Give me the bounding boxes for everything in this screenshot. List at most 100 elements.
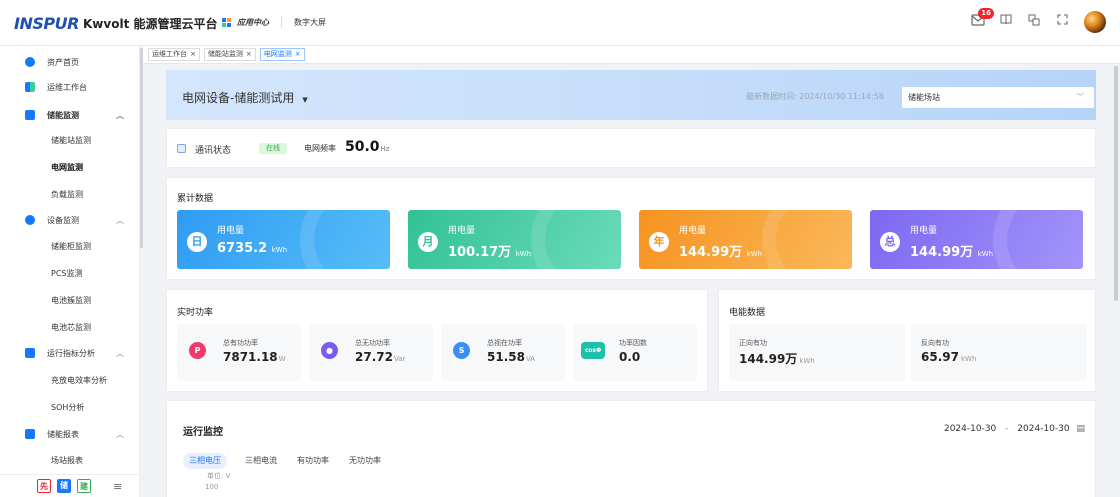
station-select[interactable]: 储能场站 ﹀ [902,87,1094,108]
sidebar-group-indicator-analysis[interactable]: 运行指标分析 ︿ [0,342,140,364]
close-icon[interactable]: × [246,50,252,58]
sidebar: 资产首页 运维工作台 储能监测 ︿ 储能站监测 电网监测 负载监测 设备监测 ︿… [0,46,140,497]
card-year-consumption: 年 用电量 144.99万 kWh [639,210,852,269]
close-icon[interactable]: × [190,50,196,58]
card-value: 100.17万 [448,245,512,260]
sidebar-item-station-report[interactable]: 场站报表 [0,449,140,471]
sidebar-item-efficiency-analysis[interactable]: 充放电效率分析 [0,369,140,391]
sidebar-item-asset-home[interactable]: 资产首页 [0,51,140,73]
fullscreen-icon[interactable] [1054,14,1070,30]
translate-icon[interactable] [1026,14,1042,30]
sidebar-group-device-monitor[interactable]: 设备监测 ︿ [0,209,140,231]
chevron-up-icon: ︿ [116,429,124,439]
nav-digital-screen[interactable]: 数字大屏 [294,17,326,28]
metric-label: 功率因数 [619,339,647,347]
sidebar-item-label: 储能柜监测 [51,241,91,251]
footer-badge-3[interactable]: 建 [77,479,91,493]
card-decoration [531,210,621,269]
metric-value: 27.72 [355,350,393,364]
sidebar-item-soh-analysis[interactable]: SOH分析 [0,396,140,418]
tab-three-phase-voltage[interactable]: 三相电压 [183,453,227,469]
card-value: 144.99万 [910,245,974,260]
chart-icon [25,110,35,120]
tab-active-power[interactable]: 有功功率 [295,453,331,469]
sidebar-item-station-monitor[interactable]: 储能站监测 [0,129,140,151]
metric-value-group: 51.58VA [487,350,535,364]
nav-divider [281,16,282,28]
total-badge: 总 [880,232,900,252]
tab-label: 储能站监测 [207,50,243,58]
sidebar-item-cluster-monitor[interactable]: 电池簇监测 [0,289,140,311]
sidebar-item-load-monitor[interactable]: 负载监测 [0,183,140,205]
top-right-tools: 16 [958,8,1106,33]
sidebar-group-storage-monitor[interactable]: 储能监测 ︿ [0,104,140,126]
voltage-wave-chart [237,484,1077,497]
card-label: 用电量 [217,226,245,236]
reactive-power-icon: ● [321,342,338,359]
date-end: 2024-10-30 [1017,424,1070,434]
sidebar-item-label: SOH分析 [51,402,85,412]
metric-reverse-active: 反向有功 65.97 kWh [911,324,1087,381]
realtime-power-panel: 实时功率 P 总有功功率 7871.18W ● 总无功功率 27.72Var S… [166,289,708,392]
user-avatar[interactable] [1084,11,1106,33]
active-power-icon: P [189,342,206,359]
tab-ops-workbench[interactable]: 运维工作台 × [148,48,200,61]
sidebar-group-storage-report[interactable]: 储能报表 ︿ [0,423,140,445]
sidebar-item-label: 负载监测 [51,189,83,199]
metric-value: 51.58 [487,350,525,364]
sidebar-item-label: 资产首页 [47,57,79,67]
sidebar-item-label: 储能站监测 [51,135,91,145]
tab-reactive-power[interactable]: 无功功率 [347,453,383,469]
calendar-icon: ▤ [1076,424,1085,434]
metric-value: 144.99万 [739,352,798,366]
sidebar-item-grid-monitor[interactable]: 电网监测 [0,156,140,178]
tab-grid-monitor[interactable]: 电网监测 × [259,48,305,61]
sidebar-item-label: 运行指标分析 [47,348,95,358]
top-bar: INSPUR Kwvolt 能源管理云平台 应用中心 数字大屏 16 [0,0,1120,46]
home-icon [25,57,35,67]
book-icon[interactable] [998,14,1014,30]
sidebar-item-pcs-monitor[interactable]: PCS监测 [0,262,140,284]
report-icon [25,429,35,439]
energy-title: 电能数据 [729,308,766,318]
power-factor-icon: cosΦ [581,342,605,359]
comm-status-panel: 通讯状态 在线 电网频率 50.0Hz [166,128,1096,168]
card-decoration [300,210,390,269]
date-range-picker[interactable]: 2024-10-30 - 2024-10-30 ▤ [944,424,1085,434]
metric-value: 7871.18 [223,350,278,364]
message-icon[interactable]: 16 [970,8,994,30]
metric-active-power: P 总有功功率 7871.18W [177,324,301,381]
energy-data-panel: 电能数据 正向有功 144.99万 kWh 反向有功 65.97 kWh [718,289,1096,392]
card-unit: kWh [746,250,763,258]
metric-unit: W [278,355,286,363]
content-scrollbar[interactable] [1114,66,1118,301]
card-value-group: 144.99万 kWh [679,241,762,260]
close-icon[interactable]: × [295,50,301,58]
realtime-title: 实时功率 [177,308,214,318]
page-tabs: 运维工作台 × 储能站监测 × 电网监测 × [143,46,1120,64]
footer-badge-1[interactable]: 先 [37,479,51,493]
metric-label: 总视在功率 [487,339,522,347]
card-label: 用电量 [910,226,938,236]
freq-value: 50.0 [345,139,380,155]
tab-station-monitor[interactable]: 储能站监测 × [203,48,256,61]
sidebar-item-cabinet-monitor[interactable]: 储能柜监测 [0,235,140,257]
sidebar-item-label: 储能报表 [47,429,79,439]
footer-badge-2[interactable]: 储 [57,479,71,493]
metric-label: 正向有功 [739,339,767,347]
sidebar-item-ops-workbench[interactable]: 运维工作台 [0,76,140,98]
device-selector[interactable]: 电网设备-储能测试用 ▼ [182,89,308,106]
card-unit: kWh [515,250,532,258]
menu-toggle-icon[interactable]: ≡ [113,480,122,493]
chart-y-tick: 100 [205,483,219,491]
device-header: 电网设备-储能测试用 ▼ 最新数据时间: 2024/10/30 11:14:58 … [166,70,1096,120]
workbench-icon [25,82,35,92]
sidebar-item-cell-monitor[interactable]: 电池芯监测 [0,316,140,338]
tab-three-phase-current[interactable]: 三相电流 [243,453,279,469]
metric-reactive-power: ● 总无功功率 27.72Var [309,324,433,381]
device-title: 电网设备-储能测试用 [182,91,295,105]
nav-app-center[interactable]: 应用中心 [237,17,269,28]
top-nav: 应用中心 数字大屏 [222,16,326,28]
card-unit: kWh [977,250,994,258]
card-label: 用电量 [679,226,707,236]
